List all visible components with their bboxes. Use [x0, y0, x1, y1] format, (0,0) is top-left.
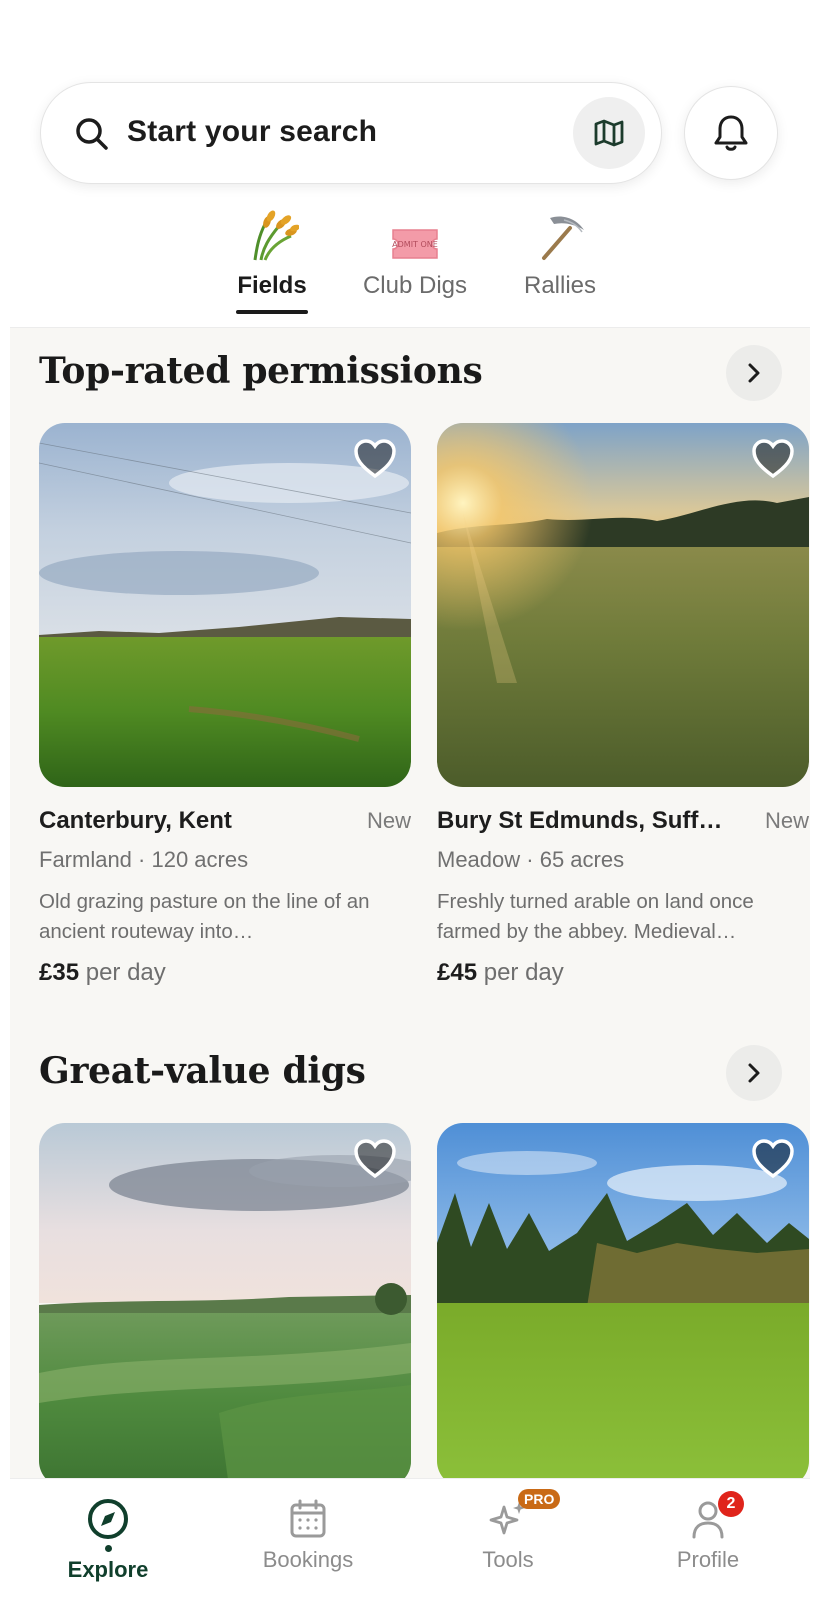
tab-club-digs[interactable]: ADMIT ONE Club Digs	[350, 206, 480, 300]
section-title: Top-rated permissions	[39, 350, 483, 392]
nav-label: Explore	[67, 1557, 149, 1582]
app-screen: Start your search Fields ADMIT ONE Club …	[10, 0, 810, 1600]
listing-photo	[437, 1123, 809, 1487]
nav-bookings[interactable]: Bookings	[228, 1497, 388, 1573]
listing-photo	[437, 423, 809, 787]
see-all-button[interactable]	[726, 1045, 782, 1101]
new-badge: New	[366, 808, 411, 833]
admit-one-ticket-icon: ADMIT ONE	[392, 229, 438, 259]
active-indicator-dot	[105, 1545, 112, 1552]
listing-meta: Meadow · 65 acres	[437, 847, 625, 872]
ticket-text: ADMIT ONE	[392, 240, 438, 249]
listing-card[interactable]: Canterbury, Kent New Farmland · 120 acre…	[39, 423, 411, 987]
map-icon	[594, 119, 624, 147]
map-button[interactable]	[573, 97, 645, 169]
nav-explore[interactable]: Explore	[28, 1497, 188, 1583]
section-title: Great-value digs	[39, 1050, 366, 1092]
active-tab-indicator	[236, 310, 308, 314]
bottom-nav: Explore Bookings PRO Tools 2 Profile	[10, 1478, 810, 1600]
tab-label: Club Digs	[362, 272, 468, 299]
compass-icon	[88, 1499, 128, 1539]
wheat-icon	[253, 210, 299, 261]
favorite-heart-icon[interactable]	[751, 1139, 795, 1179]
listing-price: £35 per day	[39, 959, 411, 987]
listing-photo	[39, 423, 411, 787]
chevron-right-icon	[748, 1063, 760, 1083]
see-all-button[interactable]	[726, 345, 782, 401]
favorite-heart-icon[interactable]	[751, 439, 795, 479]
notification-count-badge: 2	[718, 1491, 744, 1517]
tab-label: Rallies	[523, 272, 597, 299]
listing-description: Old grazing pasture on the line of an an…	[39, 890, 370, 943]
listing-photo	[39, 1123, 411, 1487]
search-placeholder: Start your search	[127, 115, 378, 148]
listing-location: Canterbury, Kent	[39, 807, 232, 834]
nav-label: Profile	[676, 1547, 740, 1572]
listing-description: Freshly turned arable on land once farme…	[437, 890, 754, 943]
price-unit: per day	[85, 959, 166, 986]
nav-label: Tools	[482, 1547, 534, 1572]
price-unit: per day	[483, 959, 564, 986]
category-tabs: Fields ADMIT ONE Club Digs Rallies	[10, 206, 810, 316]
tab-fields[interactable]: Fields	[228, 206, 316, 314]
new-badge: New	[764, 808, 809, 833]
nav-label: Bookings	[262, 1547, 354, 1572]
price-amount: £45	[437, 959, 478, 986]
tab-label: Fields	[237, 272, 307, 299]
chevron-right-icon	[748, 363, 760, 383]
pickaxe-icon	[542, 216, 584, 260]
search-bar[interactable]: Start your search	[40, 82, 662, 184]
price-amount: £35	[39, 959, 80, 986]
listing-location: Bury St Edmunds, Suff…	[437, 807, 723, 834]
tab-rallies[interactable]: Rallies	[510, 206, 610, 300]
nav-profile[interactable]: 2 Profile	[628, 1491, 788, 1573]
favorite-heart-icon[interactable]	[353, 1139, 397, 1179]
notifications-button[interactable]	[684, 86, 778, 180]
listing-meta: Farmland · 120 acres	[39, 847, 249, 872]
favorite-heart-icon[interactable]	[353, 439, 397, 479]
listing-card[interactable]	[39, 1123, 411, 1487]
bell-icon	[714, 115, 748, 151]
listing-card[interactable]: Bury St Edmunds, Suff… New Meadow · 65 a…	[437, 423, 809, 987]
search-icon	[76, 118, 108, 150]
nav-tools[interactable]: PRO Tools	[428, 1489, 588, 1573]
listing-price: £45 per day	[437, 959, 809, 987]
pro-badge: PRO	[518, 1489, 561, 1509]
listing-card[interactable]	[437, 1123, 809, 1487]
header: Start your search Fields ADMIT ONE Club …	[10, 0, 810, 328]
calendar-icon	[290, 1499, 326, 1538]
